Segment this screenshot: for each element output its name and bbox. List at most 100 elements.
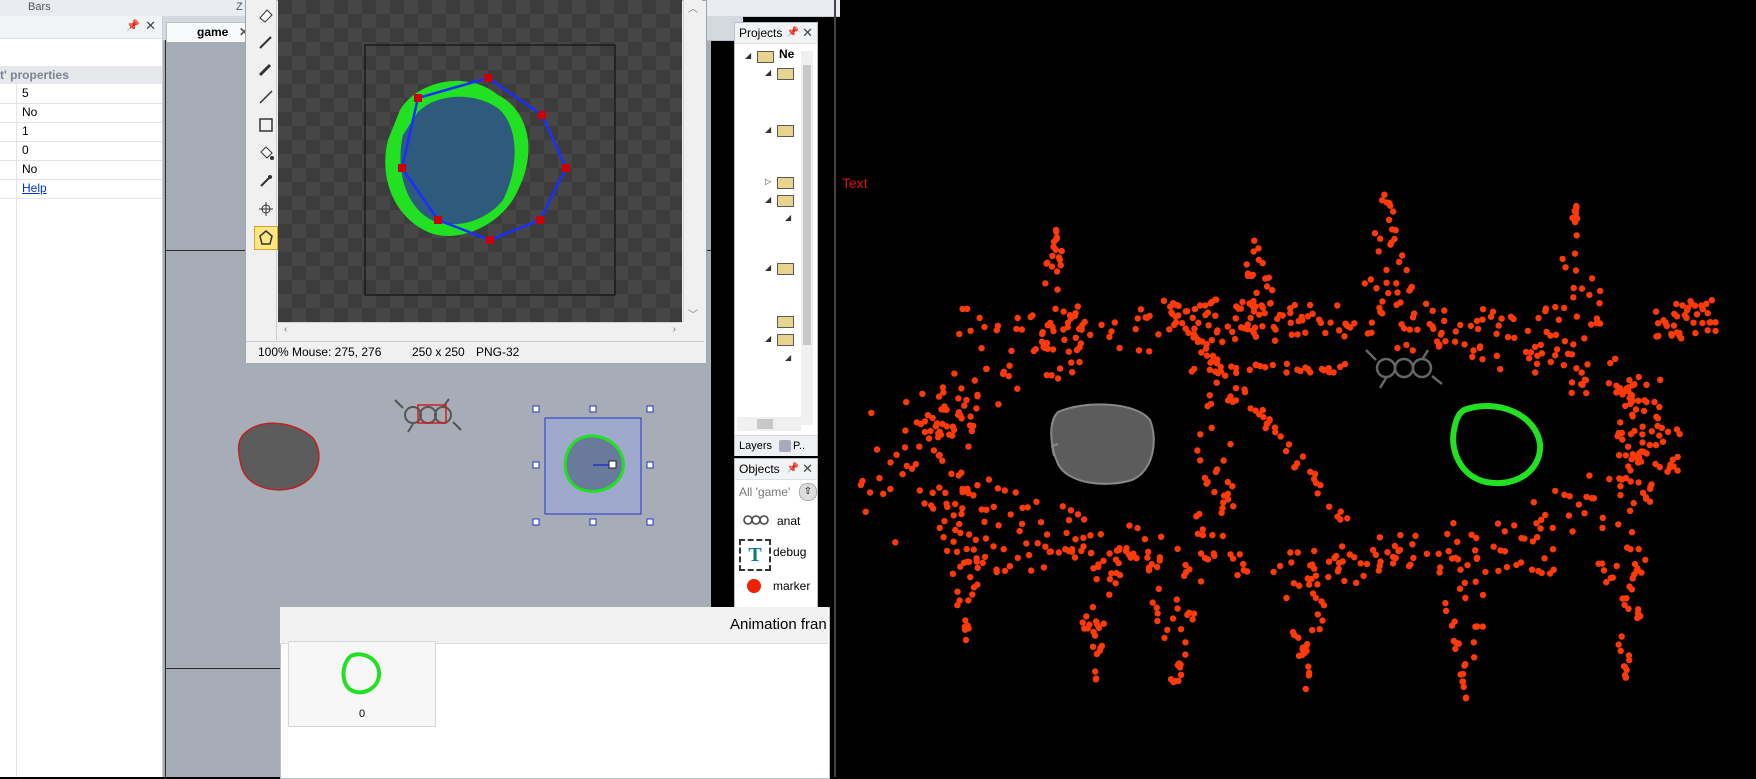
expand-icon[interactable]: ◢ <box>785 353 791 362</box>
folder-icon[interactable] <box>777 177 794 189</box>
rock-sprite[interactable] <box>1050 403 1155 485</box>
polygon-point[interactable] <box>414 94 422 102</box>
scroll-thumb[interactable] <box>803 65 811 345</box>
folder-icon[interactable] <box>777 263 794 275</box>
polygon-point[interactable] <box>486 236 494 244</box>
resize-handle[interactable] <box>608 460 617 469</box>
expand-icon[interactable]: ◢ <box>765 195 771 204</box>
fill-bucket-icon[interactable] <box>257 144 275 162</box>
resize-handle[interactable] <box>589 518 597 526</box>
property-row[interactable]: 1 <box>0 122 162 142</box>
property-row[interactable]: 5 <box>0 84 162 104</box>
horizontal-scrollbar[interactable]: ‹ › <box>278 322 682 341</box>
polygon-point[interactable] <box>484 74 492 82</box>
resize-handle[interactable] <box>646 405 654 413</box>
tab-game[interactable]: game ✕ <box>166 22 254 42</box>
marker-dot <box>1379 197 1386 204</box>
marker-dot <box>1018 520 1026 528</box>
marker-dot <box>916 443 923 450</box>
pencil-icon[interactable] <box>257 33 275 51</box>
chevron-down-icon[interactable]: ﹀ <box>688 306 698 321</box>
green-circle-sprite[interactable] <box>1450 403 1544 487</box>
projects-scrollbar[interactable] <box>801 51 813 425</box>
rectangle-icon[interactable] <box>257 116 275 134</box>
collapse-icon[interactable]: ▷ <box>765 177 771 186</box>
folder-icon[interactable] <box>777 195 794 207</box>
expand-icon[interactable]: ◢ <box>765 263 771 272</box>
expand-icon[interactable]: ◢ <box>785 213 791 222</box>
close-icon[interactable]: ✕ <box>802 459 813 479</box>
polygon-point[interactable] <box>538 111 546 119</box>
objects-filter[interactable]: All 'game' <box>739 485 790 499</box>
marker-dot <box>1578 369 1585 376</box>
resize-handle[interactable] <box>532 518 540 526</box>
brush-icon[interactable] <box>257 60 275 78</box>
marker-dot <box>1060 326 1067 333</box>
polygon-tool-button[interactable] <box>254 226 278 250</box>
marker-dot <box>1076 358 1083 366</box>
resize-handle[interactable] <box>589 405 597 413</box>
marker-dot <box>1537 341 1544 349</box>
help-link[interactable]: Help <box>22 181 47 195</box>
ribbon-item-bars[interactable]: Bars <box>28 1 51 13</box>
pin-icon[interactable]: 📌 <box>787 23 799 43</box>
resize-handle[interactable] <box>532 461 540 469</box>
projects-hscrollbar[interactable] <box>737 417 801 431</box>
tab-p[interactable]: P.. <box>793 436 805 456</box>
tab-layers[interactable]: Layers <box>739 436 772 456</box>
polygon-point[interactable] <box>562 164 570 172</box>
expand-icon[interactable]: ◢ <box>745 51 751 60</box>
folder-icon[interactable] <box>777 334 794 346</box>
anat-sprite[interactable] <box>394 398 462 433</box>
marker-dot <box>887 485 894 493</box>
folder-icon[interactable] <box>777 125 794 137</box>
object-item-marker[interactable]: marker <box>773 579 810 593</box>
scroll-thumb[interactable] <box>757 419 773 429</box>
animation-frame[interactable]: 0 <box>288 641 436 727</box>
polygon-point[interactable] <box>536 216 544 224</box>
pin-icon[interactable]: 📌 <box>126 19 140 32</box>
chevron-left-icon[interactable]: ‹ <box>284 324 287 335</box>
marker-dot <box>970 546 977 553</box>
marker-dot <box>862 508 869 515</box>
vertical-scrollbar[interactable]: ︿ ﹀ <box>683 0 702 322</box>
anat-sprite[interactable] <box>1365 349 1443 389</box>
marker-dot <box>1441 317 1448 325</box>
origin-crosshair-icon[interactable] <box>257 200 275 218</box>
resize-handle[interactable] <box>646 518 654 526</box>
resize-handle[interactable] <box>532 405 540 413</box>
marker-dot <box>1570 294 1577 301</box>
property-row[interactable]: No <box>0 160 162 180</box>
object-item-debug[interactable]: debug <box>773 545 806 559</box>
pin-icon[interactable]: 📌 <box>787 459 799 479</box>
marker-dot <box>1198 349 1205 356</box>
marker-dot <box>1537 525 1544 532</box>
marker-dot <box>1238 324 1245 331</box>
game-view[interactable] <box>836 0 1756 777</box>
object-item-anat[interactable]: anat <box>777 514 800 528</box>
color-picker-icon[interactable] <box>257 172 275 190</box>
property-row[interactable]: No <box>0 103 162 123</box>
polygon-point[interactable] <box>398 164 406 172</box>
close-icon[interactable]: ✕ <box>145 18 156 34</box>
line-icon[interactable] <box>257 88 275 106</box>
folder-icon[interactable] <box>777 316 794 328</box>
expand-icon[interactable]: ◢ <box>765 334 771 343</box>
marker-dot <box>1561 304 1568 312</box>
chevron-up-icon[interactable]: ︿ <box>688 0 698 15</box>
marker-dot <box>1581 335 1588 342</box>
rock-sprite[interactable] <box>237 422 320 491</box>
property-row[interactable]: 0 <box>0 141 162 161</box>
chevron-right-icon[interactable]: › <box>673 324 676 335</box>
project-root-label[interactable]: Ne <box>779 47 794 61</box>
expand-icon[interactable]: ◢ <box>765 68 771 77</box>
polygon-point[interactable] <box>434 216 442 224</box>
folder-icon[interactable] <box>777 68 794 80</box>
eraser-icon[interactable] <box>257 6 275 24</box>
expand-icon[interactable]: ◢ <box>765 125 771 134</box>
close-icon[interactable]: ✕ <box>802 23 813 43</box>
marker-dot <box>1379 298 1386 305</box>
resize-handle[interactable] <box>646 461 654 469</box>
up-arrow-icon[interactable]: ⇧ <box>799 483 817 501</box>
ribbon-item-z[interactable]: Z <box>236 1 243 13</box>
